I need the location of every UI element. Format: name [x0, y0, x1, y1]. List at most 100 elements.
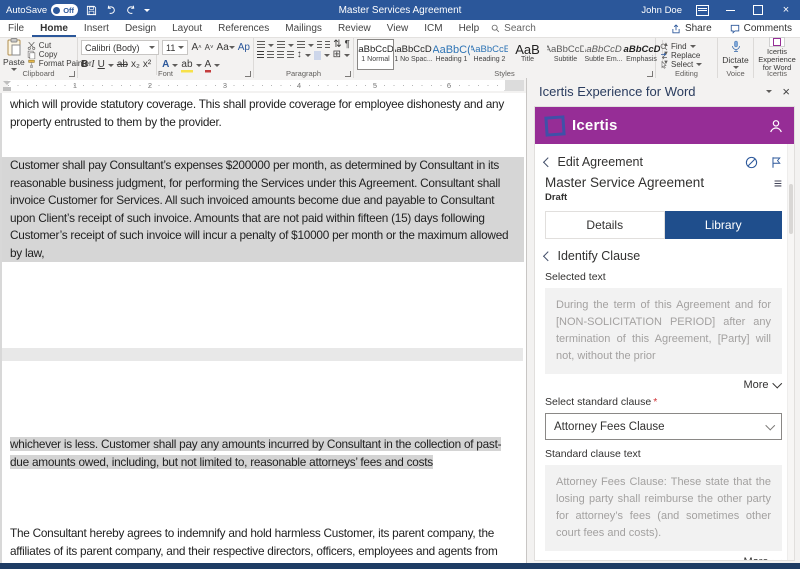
text-effects-dropdown-icon[interactable] [172, 63, 179, 67]
style-chip-normal[interactable]: AaBbCcDd1 Normal [357, 38, 394, 70]
comments-button[interactable]: Comments [722, 23, 800, 34]
bullets-icon[interactable] [257, 40, 265, 50]
highlight-dropdown-icon[interactable] [195, 63, 202, 67]
left-indent-marker[interactable] [3, 87, 11, 91]
tab-review[interactable]: Review [330, 20, 379, 37]
font-color-dropdown-icon[interactable] [214, 63, 221, 67]
select-standard-clause-label: Select standard clause * [545, 396, 658, 408]
style-chip-subtle-emphasis[interactable]: AaBbCcDdSubtle Em... [585, 39, 622, 70]
increase-indent-icon[interactable] [324, 40, 331, 50]
more-standard-text[interactable]: More [545, 555, 782, 560]
paragraph-mark-icon[interactable]: ¶ [345, 40, 350, 50]
tab-mailings[interactable]: Mailings [277, 20, 330, 37]
panel-close-icon[interactable]: × [782, 84, 790, 99]
panel-scrollbar[interactable] [787, 144, 794, 560]
align-right-icon[interactable] [276, 50, 284, 60]
dictate-button[interactable]: Dictate [721, 40, 750, 69]
chevron-down-icon [765, 420, 775, 430]
phonetic-guide-icon[interactable]: Ap [238, 42, 250, 53]
share-button[interactable]: Share [663, 23, 720, 34]
quick-access-dropdown-icon[interactable] [144, 8, 151, 12]
history-icon[interactable] [745, 156, 758, 169]
more-selected-text[interactable]: More [545, 378, 782, 392]
clipboard-dialog-launcher-icon[interactable] [69, 71, 75, 77]
paragraph-dialog-launcher-icon[interactable] [345, 71, 351, 77]
first-line-indent-marker[interactable] [3, 81, 11, 85]
panel-options-icon[interactable] [766, 89, 773, 93]
tab-design[interactable]: Design [117, 20, 164, 37]
edit-agreement-label[interactable]: Edit Agreement [558, 155, 643, 169]
find-button[interactable]: Find [660, 42, 713, 51]
ruler-ticks [8, 85, 514, 86]
doc-paragraph-2-selected[interactable]: Customer shall pay Consultant’s expenses… [2, 157, 524, 262]
justify-icon[interactable] [286, 50, 294, 60]
change-case-icon[interactable]: Aa [217, 42, 235, 53]
flag-icon[interactable] [770, 156, 782, 169]
style-chip-emphasis[interactable]: AaBbCcDdEmphasis [623, 39, 660, 70]
maximize-icon[interactable] [750, 2, 766, 18]
shrink-font-icon[interactable]: A ˅ [205, 43, 214, 52]
required-mark: * [653, 396, 658, 408]
font-size-combo[interactable]: 11 [162, 40, 189, 55]
document-canvas[interactable]: which will provide statutory coverage. T… [0, 93, 526, 563]
shading-icon[interactable] [313, 50, 321, 60]
doc-paragraph-3-selected[interactable]: whichever is less. Customer shall pay an… [2, 436, 524, 471]
back-icon[interactable] [543, 251, 553, 261]
select-button[interactable]: Select [660, 60, 713, 69]
borders-icon[interactable]: ⊞ [333, 50, 341, 60]
tab-view[interactable]: View [379, 20, 417, 37]
font-dialog-launcher-icon[interactable] [245, 71, 251, 77]
autosave-toggle[interactable]: AutoSave Off [6, 4, 79, 16]
user-profile-icon[interactable] [768, 118, 784, 134]
style-chip-heading1[interactable]: AaBbC(Heading 1 [433, 39, 470, 70]
numbering-icon[interactable] [276, 40, 285, 50]
ribbon-group-styles: AaBbCcDd1 Normal AaBbCcDd1 No Spac... Aa… [354, 38, 669, 79]
ruler-number: 5 [372, 81, 378, 90]
search-input[interactable]: Search [491, 23, 536, 34]
redo-icon[interactable] [124, 3, 138, 17]
paste-button[interactable]: Paste [3, 37, 25, 71]
grow-font-icon[interactable]: A ˄ [191, 42, 201, 53]
window-bottom-edge [0, 563, 800, 569]
close-window-icon[interactable]: × [778, 2, 794, 18]
font-family-combo[interactable]: Calibri (Body) [81, 40, 160, 55]
autosave-state: Off [63, 5, 75, 15]
paste-icon [6, 37, 22, 56]
decrease-indent-icon[interactable] [316, 40, 322, 50]
ruler-number: 4 [296, 81, 302, 90]
doc-selected-blank-line[interactable] [2, 348, 523, 361]
doc-paragraph-4[interactable]: The Consultant hereby agrees to indemnif… [2, 525, 524, 563]
line-spacing-icon[interactable]: ↕ [297, 50, 302, 60]
style-chip-subtitle[interactable]: AaBbCcD Subtitle [547, 39, 584, 70]
align-center-icon[interactable] [266, 50, 274, 60]
tab-library[interactable]: Library [664, 211, 782, 239]
replace-button[interactable]: Replace [660, 51, 713, 60]
tab-home[interactable]: Home [32, 20, 76, 37]
style-chip-title[interactable]: AaB Title [509, 39, 546, 70]
back-icon[interactable] [543, 157, 553, 167]
panel-header: Icertis Experience for Word × [527, 78, 800, 104]
undo-icon[interactable] [104, 3, 118, 17]
style-chip-no-spacing[interactable]: AaBbCcDd1 No Spac... [395, 39, 432, 70]
tab-layout[interactable]: Layout [164, 20, 210, 37]
user-name[interactable]: John Doe [641, 5, 682, 16]
minimize-icon[interactable] [722, 2, 738, 18]
tab-insert[interactable]: Insert [76, 20, 117, 37]
save-icon[interactable] [84, 3, 98, 17]
icertis-experience-button[interactable]: Icertis Experience for Word [757, 36, 797, 71]
align-left-icon[interactable] [257, 50, 264, 60]
tab-file[interactable]: File [0, 20, 32, 37]
identify-clause-label[interactable]: Identify Clause [558, 249, 641, 263]
tab-help[interactable]: Help [451, 20, 488, 37]
tab-icm[interactable]: ICM [416, 20, 450, 37]
format-painter-icon [27, 59, 36, 68]
doc-paragraph-1[interactable]: which will provide statutory coverage. T… [2, 96, 524, 131]
standard-clause-select[interactable]: Attorney Fees Clause [545, 413, 782, 440]
tab-details[interactable]: Details [545, 211, 665, 239]
styles-dialog-launcher-icon[interactable] [647, 71, 653, 77]
underline-dropdown-icon[interactable] [107, 63, 114, 67]
style-chip-heading2[interactable]: AaBbCcE Heading 2 [471, 39, 508, 70]
menu-icon[interactable]: ≡ [774, 176, 782, 190]
ribbon-display-options-icon[interactable] [694, 2, 710, 18]
tab-references[interactable]: References [210, 20, 277, 37]
